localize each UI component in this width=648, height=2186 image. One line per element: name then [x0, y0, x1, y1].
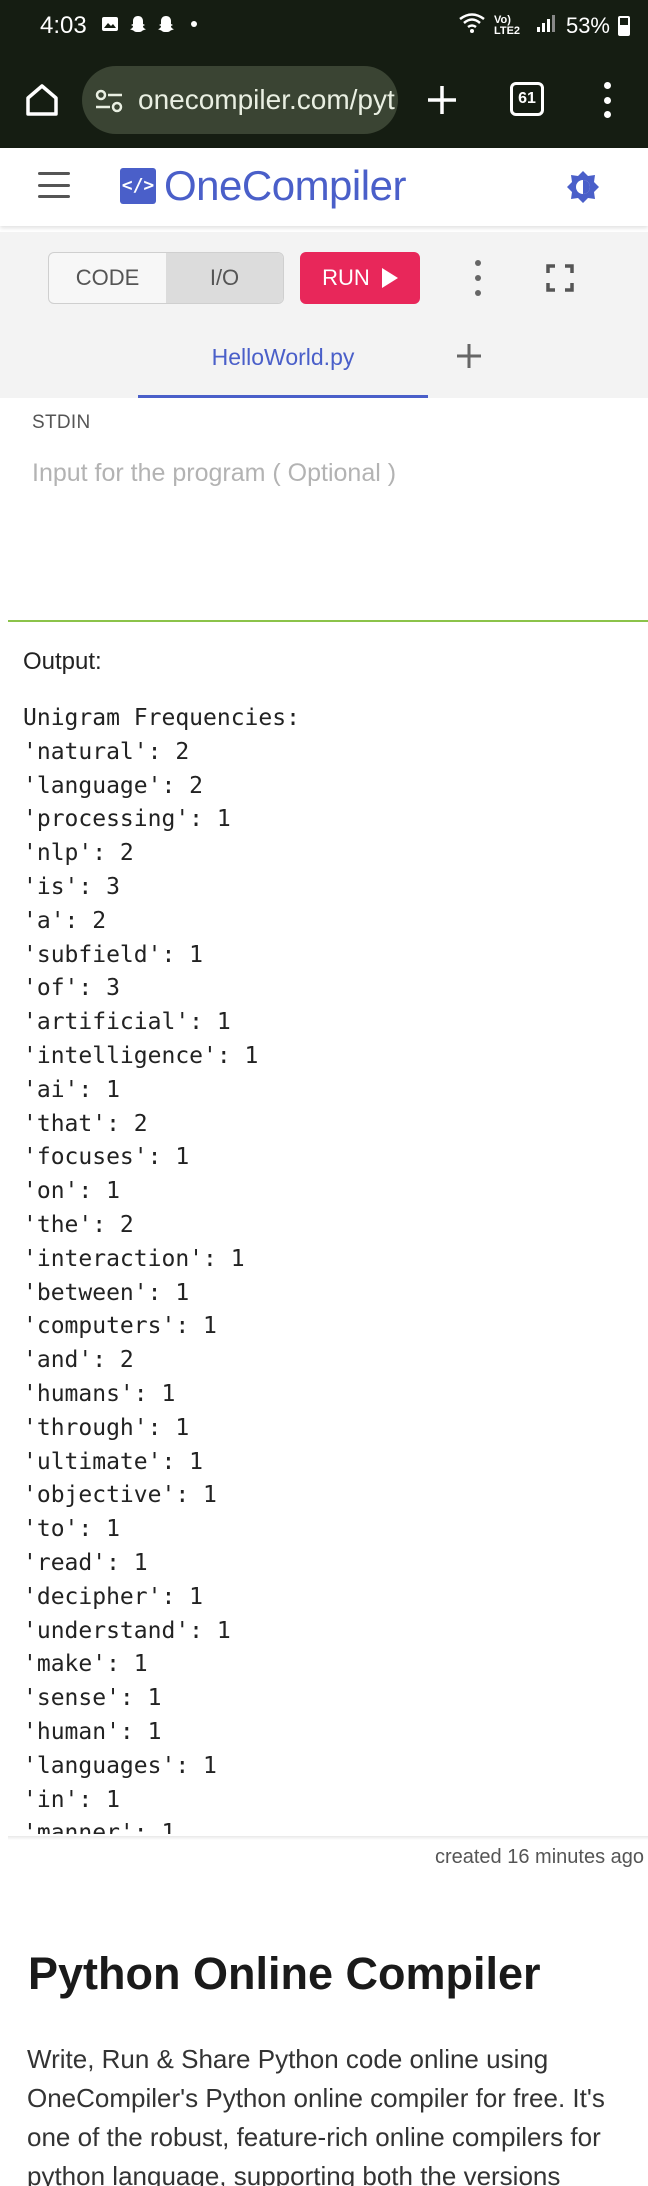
output-line: 'artificial': 1: [23, 1009, 231, 1036]
address-bar[interactable]: onecompiler.com/pyt: [82, 66, 398, 134]
output-line: 'nlp': 2: [23, 840, 134, 867]
dot-icon: [184, 14, 204, 34]
divider: [8, 620, 648, 622]
output-line: 'the': 2: [23, 1211, 134, 1238]
gallery-icon: [100, 14, 120, 34]
output-line: 'natural': 2: [23, 738, 190, 765]
output-label: Output:: [23, 648, 102, 675]
code-mode-button[interactable]: CODE: [49, 253, 166, 303]
io-panel: STDIN Output: Unigram Frequencies: 'natur…: [8, 398, 648, 1838]
output-line: 'ai': 1: [23, 1076, 120, 1103]
mode-switch: CODE I/O: [48, 252, 284, 304]
stdin-input[interactable]: [32, 448, 622, 498]
brand-name[interactable]: OneCompiler: [164, 162, 406, 210]
output-line: 'make': 1: [23, 1651, 148, 1678]
snapchat-icon: [156, 14, 176, 34]
fullscreen-icon[interactable]: [546, 264, 574, 297]
wifi-icon: [458, 12, 486, 40]
app-header: </> OneCompiler: [0, 148, 648, 226]
home-icon[interactable]: [22, 80, 62, 120]
output-line: 'ultimate': 1: [23, 1448, 204, 1475]
add-file-icon[interactable]: [452, 340, 486, 380]
more-options-icon[interactable]: [468, 260, 488, 296]
battery-percent: 53%: [565, 13, 610, 38]
output-line: 'between': 1: [23, 1279, 190, 1306]
logo-icon[interactable]: </>: [120, 168, 156, 204]
output-line: 'computers': 1: [23, 1313, 217, 1340]
battery-icon: [618, 16, 630, 36]
output-line: 'human': 1: [23, 1718, 162, 1745]
site-settings-icon[interactable]: [92, 86, 128, 116]
new-tab-button[interactable]: [422, 80, 462, 120]
hamburger-menu-icon[interactable]: [38, 172, 70, 198]
output-line: 'that': 2: [23, 1110, 148, 1137]
output-line: 'a': 2: [23, 907, 107, 934]
output-line: 'intelligence': 1: [23, 1042, 259, 1069]
output-line: 'language': 2: [23, 772, 204, 799]
status-right: Vo) LTE2 53%: [458, 12, 630, 40]
tab-helloworld[interactable]: HelloWorld.py: [138, 324, 428, 398]
status-bar: 4:03 Vo) LTE2 53%: [0, 0, 648, 52]
network-label: Vo) LTE2: [493, 14, 521, 37]
output-line: 'decipher': 1: [23, 1583, 204, 1610]
article-title: Python Online Compiler: [28, 1948, 541, 1999]
output-line: Unigram Frequencies:: [23, 705, 300, 731]
file-tabs: HelloWorld.py: [0, 324, 648, 398]
divider: [8, 1836, 648, 1840]
article-body: Write, Run & Share Python code online us…: [27, 2044, 605, 2186]
output-line: 'read': 1: [23, 1549, 148, 1576]
output-line: 'objective': 1: [23, 1482, 217, 1509]
created-timestamp: created 16 minutes ago: [434, 1846, 644, 1868]
output-line: 'is': 3: [23, 873, 120, 900]
output-line: 'manner': 1: [23, 1820, 176, 1834]
notification-icons: [100, 14, 204, 34]
output-line: 'and': 2: [23, 1347, 134, 1374]
status-time: 4:03: [40, 12, 87, 39]
output-line: 'of': 3: [23, 975, 120, 1002]
theme-toggle-icon[interactable]: [566, 170, 600, 204]
output-line: 'subfield': 1: [23, 941, 204, 968]
url-text[interactable]: onecompiler.com/pyt: [138, 84, 395, 116]
stdin-label: STDIN: [32, 412, 91, 433]
output-line: 'on': 1: [23, 1178, 120, 1205]
output-line: 'processing': 1: [23, 806, 231, 833]
output-line: 'focuses': 1: [23, 1144, 190, 1171]
output-line: 'to': 1: [23, 1516, 120, 1543]
io-mode-button[interactable]: I/O: [166, 253, 283, 303]
run-button[interactable]: RUN: [300, 252, 420, 304]
output-line: 'interaction': 1: [23, 1245, 245, 1272]
output-line: 'in': 1: [23, 1786, 120, 1813]
signal-icon: [536, 13, 558, 39]
output-line: 'humans': 1: [23, 1380, 176, 1407]
output-console[interactable]: Unigram Frequencies: 'natural': 2 'languag…: [23, 702, 633, 1834]
output-line: 'understand': 1: [23, 1617, 231, 1644]
snapchat-icon: [128, 14, 148, 34]
tab-switcher-button[interactable]: 61: [510, 82, 544, 116]
play-icon: [381, 268, 398, 288]
browser-menu-icon[interactable]: [592, 82, 622, 118]
output-line: 'languages': 1: [23, 1752, 217, 1779]
output-line: 'through': 1: [23, 1414, 190, 1441]
browser-toolbar: onecompiler.com/pyt 61: [0, 52, 648, 148]
run-label: RUN: [322, 265, 370, 290]
output-line: 'sense': 1: [23, 1685, 162, 1712]
